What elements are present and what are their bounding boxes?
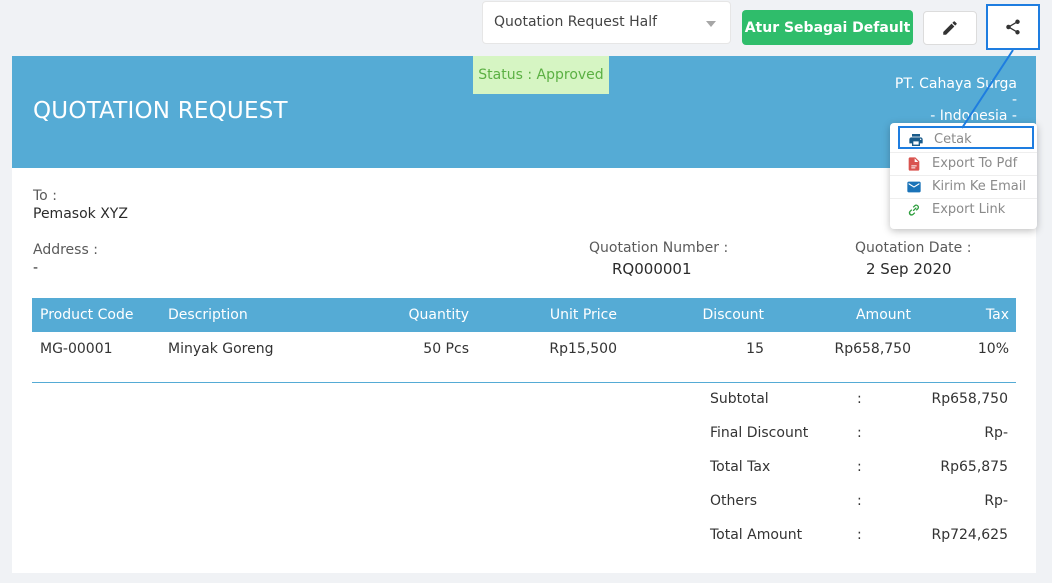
subtotal-separator: : [857,391,862,407]
document-header: QUOTATION REQUEST Status : Approved PT. … [12,56,1036,168]
total-tax-value: Rp65,875 [940,459,1008,475]
total-amount-separator: : [857,527,862,543]
menu-item-export-link[interactable]: Export Link [898,198,1034,221]
col-product-code: Product Code [40,307,134,323]
edit-button[interactable] [923,11,977,45]
final-discount-separator: : [857,425,862,441]
cell-unit-price: Rp15,500 [549,341,617,357]
quotation-date-label: Quotation Date : [855,240,972,256]
others-separator: : [857,493,862,509]
printer-icon [909,134,923,146]
menu-item-export-pdf[interactable]: Export To Pdf [898,152,1034,175]
cell-discount: 15 [746,341,764,357]
menu-item-email[interactable]: Kirim Ke Email [898,175,1034,198]
total-tax-separator: : [857,459,862,475]
subtotal-value: Rp658,750 [931,391,1008,407]
company-name: PT. Cahaya Surga [894,76,1017,92]
address-label: Address : [33,242,98,258]
status-badge: Status : Approved [473,56,609,94]
quotation-number-label: Quotation Number : [589,240,729,256]
final-discount-value: Rp- [984,425,1008,441]
others-value: Rp- [984,493,1008,509]
template-select[interactable]: Quotation Request Half [482,1,731,44]
share-button[interactable] [986,4,1040,50]
to-label: To : [33,188,57,204]
company-info: PT. Cahaya Surga - - Indonesia - [895,76,1017,124]
final-discount-label: Final Discount [710,425,809,441]
cell-tax: 10% [977,341,1009,357]
pencil-icon [943,21,957,35]
menu-item-print[interactable]: Cetak [898,126,1034,149]
cell-description: Minyak Goreng [168,341,274,357]
menu-item-export-pdf-label: Export To Pdf [932,156,1018,171]
to-value: Pemasok XYZ [33,206,128,222]
quotation-number-value: RQ000001 [612,260,692,278]
col-unit-price: Unit Price [549,307,617,323]
menu-item-export-link-label: Export Link [932,202,1006,217]
email-icon [907,181,921,193]
total-tax-label: Total Tax [710,459,771,475]
cell-quantity: 50 Pcs [423,341,469,357]
toolbar: Quotation Request Half Atur Sebagai Defa… [0,0,1052,56]
share-dropdown-menu: Cetak Export To Pdf Kirim Ke Email Expor… [890,123,1037,229]
address-value: - [33,260,39,276]
cell-amount: Rp658,750 [834,341,911,357]
menu-item-email-label: Kirim Ke Email [932,179,1026,194]
col-quantity: Quantity [408,307,470,323]
quotation-document: QUOTATION REQUEST Status : Approved PT. … [12,56,1036,573]
subtotal-label: Subtotal [710,391,769,407]
template-select-value: Quotation Request Half [494,14,658,30]
set-default-button[interactable]: Atur Sebagai Default [742,10,913,45]
col-amount: Amount [855,307,911,323]
others-label: Others [710,493,758,509]
items-table-header: Product Code Description Quantity Unit P… [32,298,1016,332]
company-line-2: - [1011,92,1017,108]
total-amount-label: Total Amount [710,527,803,543]
link-icon [908,204,919,216]
table-divider [32,382,1016,383]
pdf-icon [908,157,920,171]
table-row: MG-00001 Minyak Goreng 50 Pcs Rp15,500 1… [32,332,1016,366]
cell-product-code: MG-00001 [40,341,113,357]
share-icon [1006,19,1020,35]
chevron-down-icon [706,21,716,27]
company-line-3: - Indonesia - [930,108,1017,124]
menu-item-print-label: Cetak [934,132,972,147]
col-tax: Tax [985,307,1009,323]
document-title: QUOTATION REQUEST [33,98,288,124]
col-discount: Discount [702,307,764,323]
col-description: Description [168,307,248,323]
quotation-date-value: 2 Sep 2020 [866,260,952,278]
total-amount-value: Rp724,625 [931,527,1008,543]
